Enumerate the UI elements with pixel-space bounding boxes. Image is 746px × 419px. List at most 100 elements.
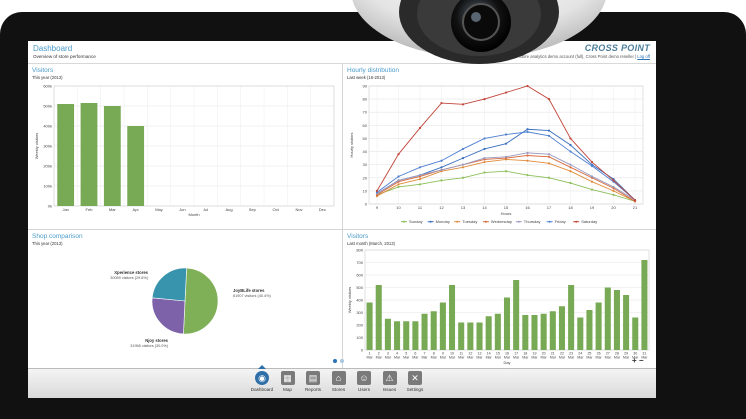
y-tick-label: 0 [361,348,364,353]
x-tick-label-month: Mar [522,356,529,360]
data-point [569,163,572,166]
data-point [526,128,529,131]
bar [467,322,474,350]
slice-value-label: 30059 visitors (29.6%) [110,276,149,280]
legend-label: Sunday [409,219,423,224]
x-tick-label: Apr [133,207,140,212]
legend-marker [548,220,551,223]
x-tick-label: 14 [482,205,487,210]
logoff-link[interactable]: Log off [637,54,650,59]
data-point [590,180,594,183]
zoom-controls: + − [632,356,644,365]
zoom-out-button[interactable]: − [639,356,644,365]
data-point [547,162,551,165]
legend-marker [456,220,459,223]
x-tick-label: Jan [62,207,68,212]
x-tick-label: 15 [504,205,509,210]
data-point [547,134,551,137]
bar [641,260,648,350]
x-tick-label-month: Mar [394,356,401,360]
x-tick-label-month: Mar [596,356,603,360]
data-point [418,166,422,169]
page-title: Dashboard [33,44,73,53]
bar [127,126,145,206]
data-point [440,166,443,169]
data-point [483,160,486,164]
bar [558,306,565,350]
data-point [547,155,551,158]
y-tick-label: 600k [43,84,52,89]
x-tick-label: Aug [225,207,232,212]
x-axis-label: Month [188,212,199,217]
y-tick-label: 0k [48,204,52,209]
data-point [569,170,572,173]
data-point [547,98,551,101]
legend-marker [429,220,432,223]
page-dot-1[interactable] [333,359,337,363]
slice-value-label: 61907 visitors (40.4%) [233,294,272,298]
data-point [547,176,551,179]
bar [513,280,520,350]
legend-marker [484,220,487,223]
data-point [526,84,529,88]
x-tick-label: 13 [461,205,466,210]
toolbar-item-users[interactable]: ☺ Users [352,371,376,397]
data-point [612,185,615,189]
toolbar-item-dashboard[interactable]: ◉ Dashboard [250,371,274,397]
x-tick-label: 10 [396,205,401,210]
y-tick-label: 100 [356,335,363,340]
data-point [569,181,572,185]
data-point [547,129,551,132]
data-point [397,175,400,178]
x-tick-label-month: Mar [449,356,456,360]
data-point [418,174,422,177]
bar [366,302,373,350]
bar [540,313,547,350]
settings-icon: ✕ [408,371,422,385]
bar [103,106,121,206]
data-point [461,147,465,151]
y-tick-label: 0 [365,202,368,207]
bar [375,285,382,350]
y-tick-label: 300k [43,144,52,149]
data-point [375,189,379,192]
x-tick-label-month: Mar [486,356,493,360]
y-tick-label: 100k [43,184,52,189]
x-tick-label-month: Mar [541,356,548,360]
bar [549,311,556,350]
data-point [461,166,465,169]
x-tick-label: 18 [568,205,573,210]
legend-label: Monday [436,219,450,224]
y-tick-label: 20 [363,175,368,180]
toolbar-item-settings[interactable]: ✕ Settings [403,371,427,397]
legend-label: Friday [555,219,566,224]
data-point [526,174,529,177]
data-point [633,198,637,202]
data-point [440,179,443,182]
x-tick-label-month: Mar [376,356,383,360]
pie-slice [151,297,186,335]
y-tick-label: 300 [356,310,363,315]
x-tick-label-month: Mar [458,356,465,360]
x-tick-label: Nov [295,207,302,212]
toolbar-item-stores[interactable]: ⌂ Stores [327,371,351,397]
x-tick-label: 20 [611,205,616,210]
data-point [483,98,486,101]
page-dot-2[interactable] [340,359,344,363]
shop-comparison-panel: Shop comparison This year (2013) JoyBLif… [28,230,342,368]
toolbar-item-issues[interactable]: ⚠ Issues [378,371,402,397]
bar [439,302,446,350]
data-point [397,179,400,182]
bar [394,321,401,350]
toolbar-item-map[interactable]: ▦ Map [276,371,300,397]
y-tick-label: 40 [363,149,368,154]
y-tick-label: 500 [356,285,363,290]
y-tick-label: 500k [43,104,52,109]
zoom-in-button[interactable]: + [632,356,637,365]
data-point [397,153,400,156]
slice-name: Xperience stores [114,270,148,275]
data-point [590,188,594,191]
toolbar-item-reports[interactable]: ▤ Reports [301,371,325,397]
data-point [504,155,508,158]
visitors-month-chart: 0 100 200 300 400 500 600 700 800 Weekly visitors… [347,248,650,365]
